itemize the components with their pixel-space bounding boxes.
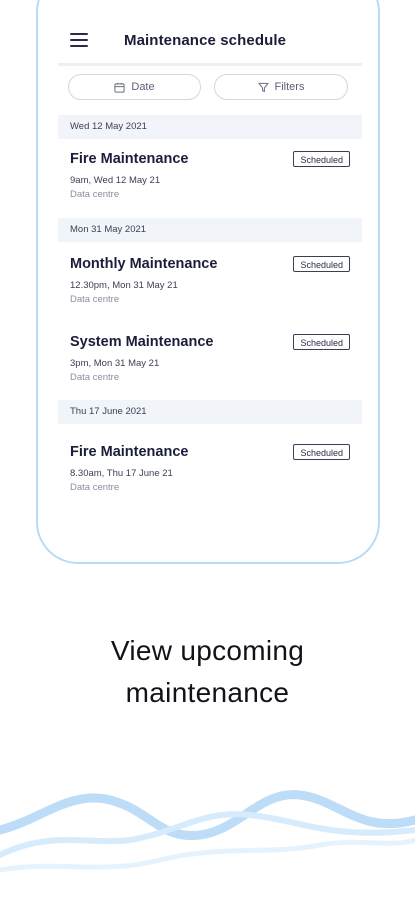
item-location: Data centre	[70, 189, 120, 200]
date-filter-label: Date	[131, 81, 155, 93]
filters-label: Filters	[274, 81, 305, 93]
item-location: Data centre	[70, 482, 120, 493]
list-item[interactable]: Fire Maintenance Scheduled 8.30am, Thu 1…	[58, 444, 362, 514]
item-title: System Maintenance	[70, 334, 214, 350]
app-bar: Maintenance schedule	[58, 22, 362, 62]
app-bar-divider	[58, 63, 362, 66]
item-title: Fire Maintenance	[70, 151, 189, 167]
status-badge: Scheduled	[293, 334, 350, 350]
item-location: Data centre	[70, 372, 120, 383]
section-header-date: Mon 31 May 2021	[58, 218, 362, 242]
section-header-date: Wed 12 May 2021	[58, 115, 362, 139]
status-badge: Scheduled	[293, 256, 350, 272]
date-filter-button[interactable]: Date	[68, 74, 201, 100]
tagline: View upcoming maintenance	[0, 630, 415, 714]
tagline-line-2: maintenance	[125, 677, 290, 708]
page-title: Maintenance schedule	[124, 32, 287, 49]
filter-bar: Date Filters	[68, 74, 350, 102]
item-time: 12.30pm, Mon 31 May 21	[70, 280, 178, 291]
hamburger-icon[interactable]	[70, 33, 88, 47]
item-location: Data centre	[70, 294, 120, 305]
section-header-date: Thu 17 June 2021	[58, 400, 362, 424]
item-time: 9am, Wed 12 May 21	[70, 175, 161, 186]
list-item[interactable]: Fire Maintenance Scheduled 9am, Wed 12 M…	[58, 151, 362, 221]
app-screen: Maintenance schedule Date Filters Wed 12…	[58, 0, 362, 562]
status-badge: Scheduled	[293, 444, 350, 460]
list-item[interactable]: Monthly Maintenance Scheduled 12.30pm, M…	[58, 256, 362, 326]
item-time: 8.30am, Thu 17 June 21	[70, 468, 173, 479]
filters-button[interactable]: Filters	[214, 74, 348, 100]
list-item[interactable]: System Maintenance Scheduled 3pm, Mon 31…	[58, 334, 362, 404]
phone-frame: Maintenance schedule Date Filters Wed 12…	[36, 0, 380, 564]
decorative-waves	[0, 790, 415, 873]
item-title: Monthly Maintenance	[70, 256, 218, 272]
item-title: Fire Maintenance	[70, 444, 189, 460]
item-time: 3pm, Mon 31 May 21	[70, 358, 160, 369]
calendar-icon	[114, 82, 125, 93]
tagline-line-1: View upcoming	[110, 635, 305, 666]
funnel-icon	[257, 82, 269, 92]
status-badge: Scheduled	[293, 151, 350, 167]
